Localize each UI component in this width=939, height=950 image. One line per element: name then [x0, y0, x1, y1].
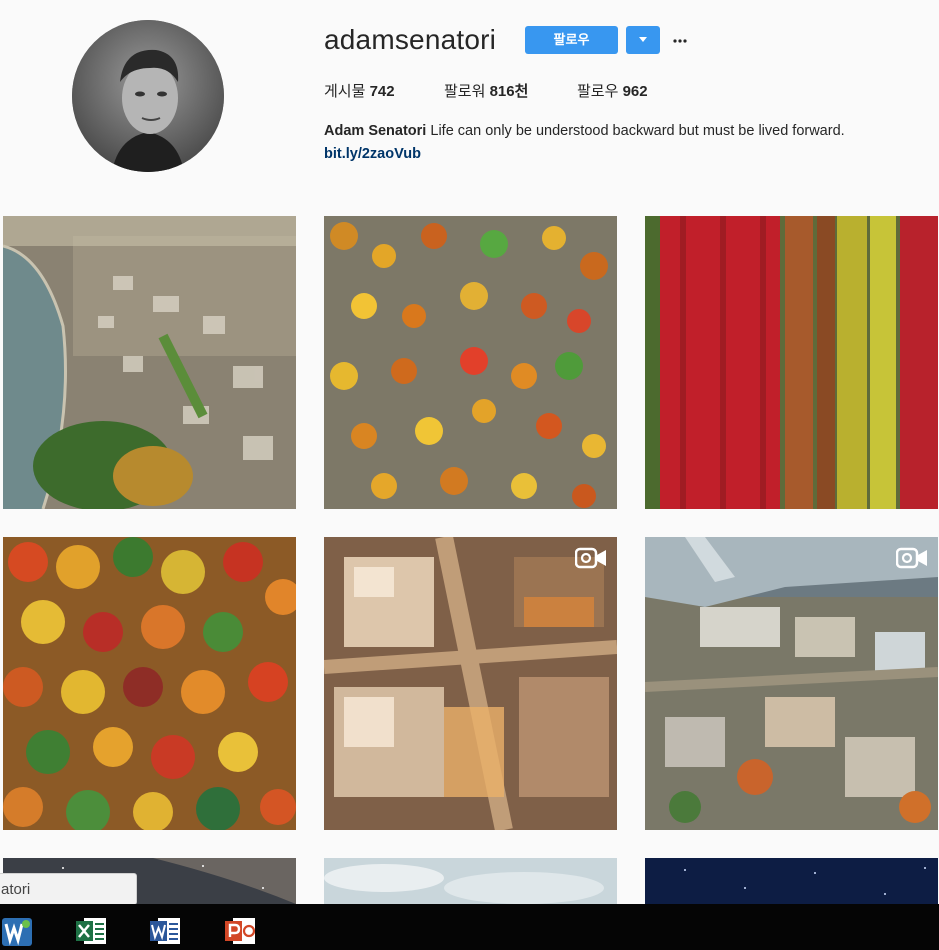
- avatar-photo: [72, 20, 224, 172]
- post-tile-5[interactable]: [324, 537, 617, 830]
- post-tile-4[interactable]: [3, 537, 296, 830]
- excel-icon[interactable]: [76, 916, 106, 946]
- profile-bio: Adam Senatori Life can only be understoo…: [324, 122, 845, 140]
- post-tile-1[interactable]: [3, 216, 296, 509]
- post-tile-6[interactable]: [645, 537, 938, 830]
- word-icon[interactable]: [150, 916, 180, 946]
- post-image-wing-over-city: [645, 537, 938, 830]
- following-value: 962: [622, 83, 648, 100]
- ellipsis-icon: [673, 39, 687, 43]
- suggestions-dropdown-button[interactable]: [626, 26, 660, 54]
- profile-avatar[interactable]: [72, 20, 224, 172]
- more-options-icon[interactable]: [671, 28, 689, 50]
- post-tile-3[interactable]: [645, 216, 938, 509]
- following-label: 팔로우: [577, 83, 619, 100]
- wordpad-icon[interactable]: [2, 916, 32, 946]
- post-image-red-tree-rows: [645, 216, 938, 509]
- windows-taskbar: [0, 904, 939, 950]
- caret-down-icon: [639, 36, 647, 42]
- bio-full-name: Adam Senatori: [324, 123, 427, 139]
- post-tile-2[interactable]: [324, 216, 617, 509]
- followers-value: 816천: [489, 83, 529, 100]
- video-camera-icon: [575, 547, 606, 569]
- posts-value: 742: [369, 83, 395, 100]
- posts-label: 게시물: [324, 83, 366, 100]
- follow-button[interactable]: 팔로우: [525, 26, 618, 54]
- video-camera-icon: [896, 547, 927, 569]
- bio-link[interactable]: bit.ly/2zaoVub: [324, 146, 421, 162]
- posts-count: 게시물 742: [324, 80, 395, 101]
- powerpoint-icon[interactable]: [225, 916, 255, 946]
- following-count[interactable]: 팔로우 962: [577, 80, 648, 101]
- taskbar-tooltip: atori: [0, 873, 137, 905]
- followers-count[interactable]: 팔로워 816천: [444, 80, 528, 101]
- post-tile-8[interactable]: [324, 858, 617, 904]
- post-image-sky-clouds: [324, 858, 617, 904]
- post-image-aerial-city-lake: [3, 216, 296, 509]
- post-image-downtown-aerial: [324, 537, 617, 830]
- post-image-autumn-treetops: [3, 537, 296, 830]
- post-tile-9[interactable]: [645, 858, 938, 904]
- post-image-night-stars: [645, 858, 938, 904]
- bio-text: Life can only be understood backward but…: [430, 123, 845, 139]
- post-image-aerial-autumn-forest: [324, 216, 617, 509]
- followers-label: 팔로워: [444, 83, 486, 100]
- profile-username: adamsenatori: [324, 24, 497, 55]
